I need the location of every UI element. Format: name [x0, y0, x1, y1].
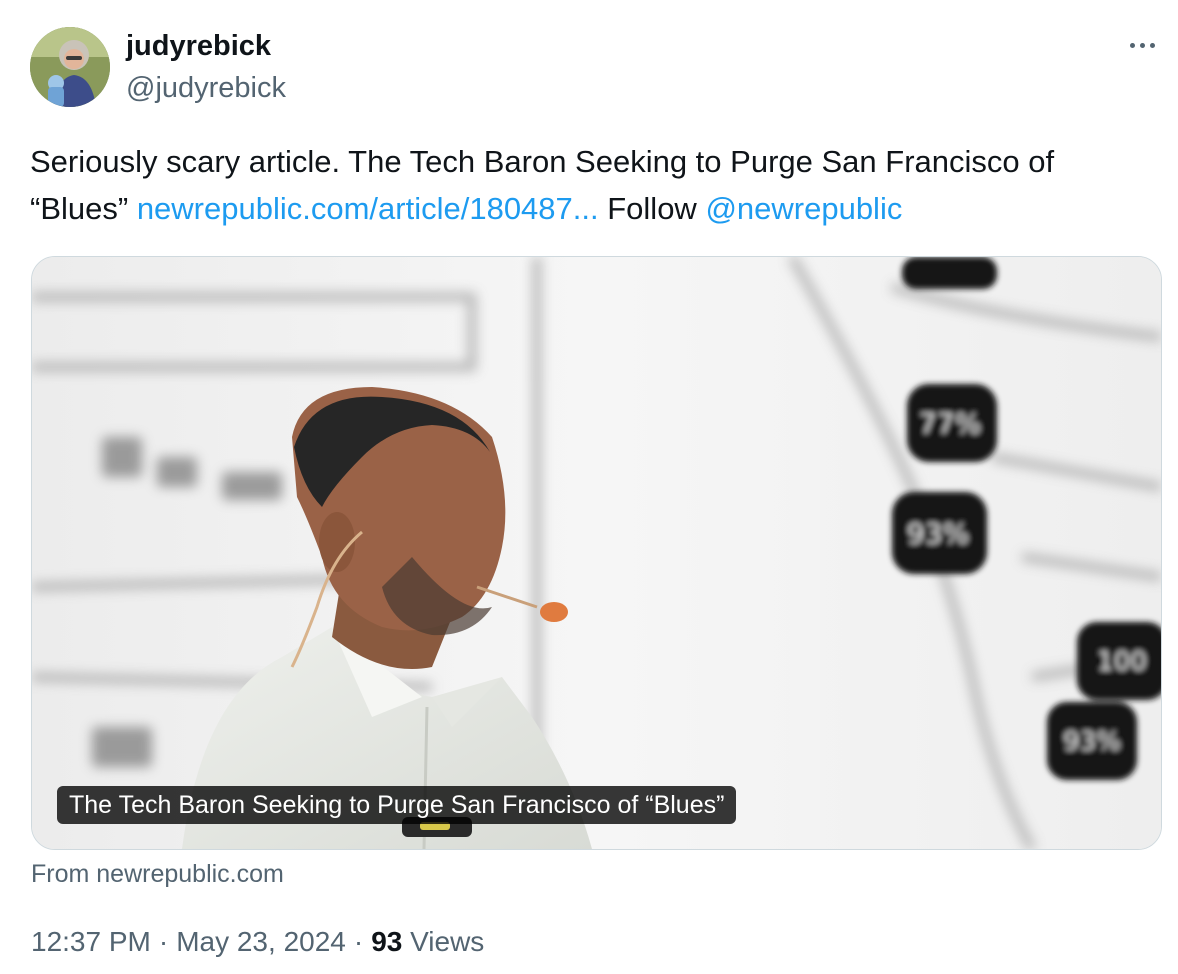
- avatar[interactable]: [30, 27, 110, 107]
- tweet-date[interactable]: May 23, 2024: [176, 926, 346, 957]
- link-card[interactable]: 77% 93% 100 93% The Tech Baron Seeking t…: [31, 256, 1162, 850]
- tweet: judyrebick @judyrebick Seriously scary a…: [0, 0, 1178, 974]
- avatar-photo-icon: [30, 27, 110, 107]
- more-dot: [1149, 42, 1155, 48]
- meta-separator: ·: [353, 926, 364, 957]
- card-image: 77% 93% 100 93%: [32, 257, 1161, 849]
- meta-separator: ·: [158, 926, 169, 957]
- card-caption: The Tech Baron Seeking to Purge San Fran…: [57, 786, 737, 824]
- tweet-meta: 12:37 PM · May 23, 2024 · 93 Views: [31, 924, 484, 960]
- more-horizontal-icon[interactable]: [1122, 30, 1162, 60]
- views-label: Views: [410, 926, 485, 957]
- svg-text:100: 100: [1097, 647, 1147, 677]
- card-source[interactable]: From newrepublic.com: [31, 858, 284, 890]
- more-dot: [1139, 42, 1145, 48]
- article-link[interactable]: newrepublic.com/article/180487...: [137, 191, 599, 226]
- svg-text:93%: 93%: [1063, 727, 1121, 757]
- author-display-name[interactable]: judyrebick: [126, 28, 271, 64]
- tweet-text: Seriously scary article. The Tech Baron …: [30, 138, 1150, 232]
- views-count: 93: [371, 926, 403, 957]
- author-handle[interactable]: @judyrebick: [126, 70, 286, 106]
- more-dot: [1129, 42, 1135, 48]
- tweet-time[interactable]: 12:37 PM: [31, 926, 151, 957]
- svg-text:77%: 77%: [919, 407, 981, 440]
- tweet-text-follow: Follow: [598, 191, 706, 226]
- mention-link[interactable]: @newrepublic: [705, 191, 902, 226]
- svg-text:93%: 93%: [907, 517, 969, 550]
